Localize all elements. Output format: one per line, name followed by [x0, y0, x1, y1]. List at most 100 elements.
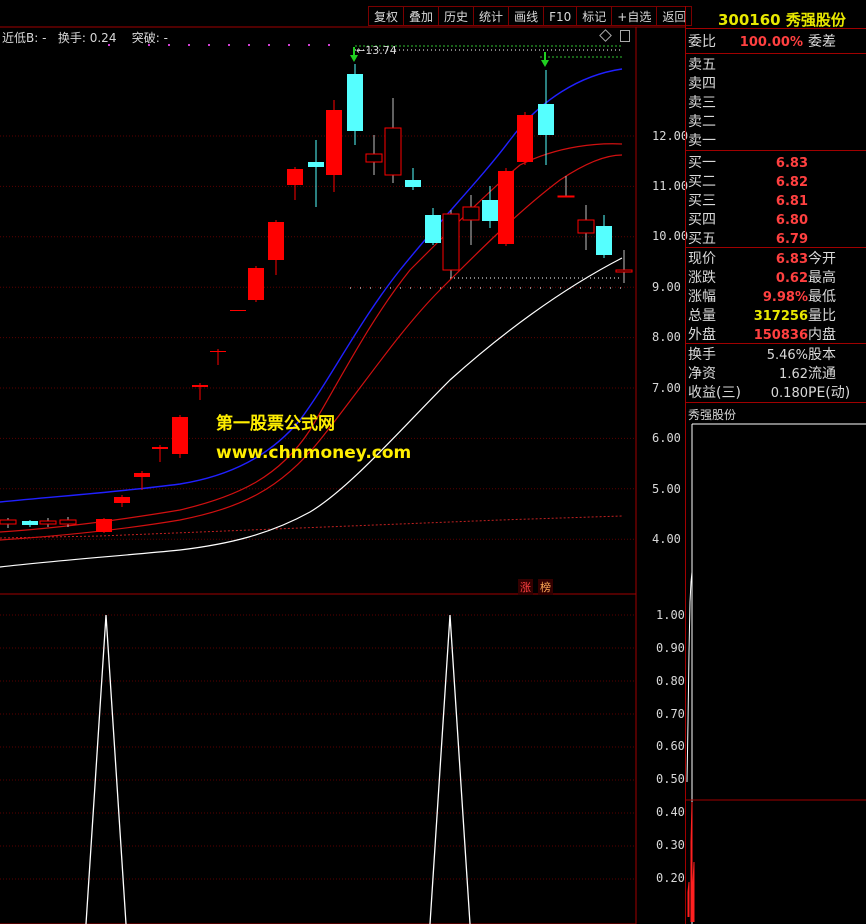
buy-level-label: 买一 [688, 155, 716, 171]
ma-red-line-lower [0, 154, 623, 541]
stat-label-2: 最低 [808, 289, 836, 305]
candle-body [615, 269, 633, 273]
stat-value: 1.62 [779, 367, 808, 382]
candle-body [347, 74, 363, 131]
stat-label: 涨幅 [688, 289, 716, 305]
price-axis-label: 4.00 [652, 532, 681, 546]
stock-header: 300160 秀强股份 [718, 9, 846, 30]
top-dot-markers [108, 44, 330, 46]
price-axis-label: 11.00 [652, 179, 689, 193]
stat-label-2: 量比 [808, 308, 836, 324]
buy-level-row[interactable]: 买一 6.83 [688, 154, 866, 173]
candle-body [482, 200, 498, 221]
candle-body [517, 115, 533, 162]
candle-body [425, 215, 441, 243]
price-axis-label: 12.00 [652, 129, 689, 143]
buy-level-row[interactable]: 买四 6.80 [688, 211, 866, 230]
candle-body [365, 153, 383, 163]
sell-level-label: 卖三 [688, 95, 716, 111]
mini-tick-chart [686, 423, 866, 924]
stat-label: 涨跌 [688, 270, 716, 286]
candle-body [210, 351, 226, 352]
stock-name: 秀强股份 [785, 11, 846, 29]
stat-value: 317256 [753, 309, 808, 324]
sell-level-label: 卖四 [688, 76, 716, 92]
quote-stat-row: 净资 1.62 流通 [688, 365, 866, 384]
quote-stat-row: 现价 6.83 今开 [688, 250, 866, 269]
stat-value: 5.46% [766, 348, 808, 363]
sell-level-label: 卖五 [688, 57, 716, 73]
buy-level-label: 买三 [688, 193, 716, 209]
candle-body [308, 162, 324, 167]
high-price-label: ←13.74 [356, 44, 397, 57]
sell-level-label: 卖二 [688, 114, 716, 130]
osc-spike [429, 614, 471, 924]
sell-level-row[interactable]: 卖四 [688, 75, 866, 94]
candle-body [22, 521, 38, 525]
osc-axis-label: 0.20 [656, 871, 685, 885]
watermark-title: 第一股票公式网 [216, 414, 335, 434]
osc-axis-label: 0.80 [656, 674, 685, 688]
stat-label: 收益(三) [688, 385, 741, 401]
stat-label-2: 最高 [808, 270, 836, 286]
candle-body [462, 206, 480, 221]
sell-level-row[interactable]: 卖三 [688, 94, 866, 113]
candle-body [405, 180, 421, 187]
quote-panel: 300160 秀强股份 委比 100.00% 委差 卖五卖四卖三卖二卖一 买一 6… [685, 6, 866, 924]
limit-up-tag[interactable]: 涨 [518, 579, 533, 595]
quote-stat-row: 收益(三) 0.180 PE(动) [688, 384, 866, 403]
osc-axis-label: 0.30 [656, 838, 685, 852]
oscillator-chart [85, 614, 471, 924]
stat-label-2: 流通 [808, 366, 836, 382]
sell-level-row[interactable]: 卖五 [688, 56, 866, 75]
candle-body [538, 104, 554, 135]
price-axis-label: 9.00 [652, 280, 681, 294]
candle-body [59, 519, 77, 525]
sell-level-row[interactable]: 卖一 [688, 132, 866, 151]
osc-axis-label: 1.00 [656, 608, 685, 622]
candle-body [596, 226, 612, 255]
sell-level-label: 卖一 [688, 133, 716, 149]
candle-body [384, 127, 402, 176]
candle-body [172, 417, 188, 454]
osc-axis-label: 0.50 [656, 772, 685, 786]
weibi-row: 委比 100.00% 委差 [688, 34, 836, 50]
candle-body [268, 222, 284, 260]
candle-body [326, 110, 342, 175]
stat-label: 现价 [688, 251, 716, 267]
quote-stat-row: 涨幅 9.98% 最低 [688, 288, 866, 307]
candle-body [39, 520, 57, 525]
buy-level-price: 6.82 [775, 175, 808, 190]
buy-level-row[interactable]: 买二 6.82 [688, 173, 866, 192]
trading-window: 复权 叠加 历史 统计 画线 F10 标记 +自选 返回 近低B: - 换手: … [0, 0, 866, 924]
stat-label-2: PE(动) [808, 385, 851, 401]
candle-body [557, 195, 575, 198]
sell-level-row[interactable]: 卖二 [688, 113, 866, 132]
candle-body [192, 385, 208, 387]
stat-value: 6.83 [775, 252, 808, 267]
price-axis-label: 6.00 [652, 431, 681, 445]
osc-spike [85, 614, 127, 924]
candle-body [230, 310, 246, 311]
buy-level-price: 6.83 [775, 156, 808, 171]
stat-label-2: 今开 [808, 251, 836, 267]
candle-body [0, 519, 17, 525]
rank-tag[interactable]: 榜 [538, 579, 553, 595]
stat-value: 0.180 [770, 386, 808, 401]
candle-body [96, 519, 112, 532]
price-axis-label: 5.00 [652, 482, 681, 496]
quote-stat-row: 涨跌 0.62 最高 [688, 269, 866, 288]
candle-body [152, 447, 168, 449]
stat-value: 0.62 [775, 271, 808, 286]
quote-stat-row: 换手 5.46% 股本 [688, 346, 866, 365]
stat-value: 9.98% [762, 290, 808, 305]
buy-level-row[interactable]: 买三 6.81 [688, 192, 866, 211]
price-axis-label: 8.00 [652, 330, 681, 344]
stat-label: 换手 [688, 347, 716, 363]
osc-axis-label: 0.60 [656, 739, 685, 753]
buy-level-label: 买四 [688, 212, 716, 228]
osc-axis-label: 0.70 [656, 707, 685, 721]
buy-level-label: 买二 [688, 174, 716, 190]
stat-label: 净资 [688, 366, 716, 382]
stat-label-2: 股本 [808, 347, 836, 363]
